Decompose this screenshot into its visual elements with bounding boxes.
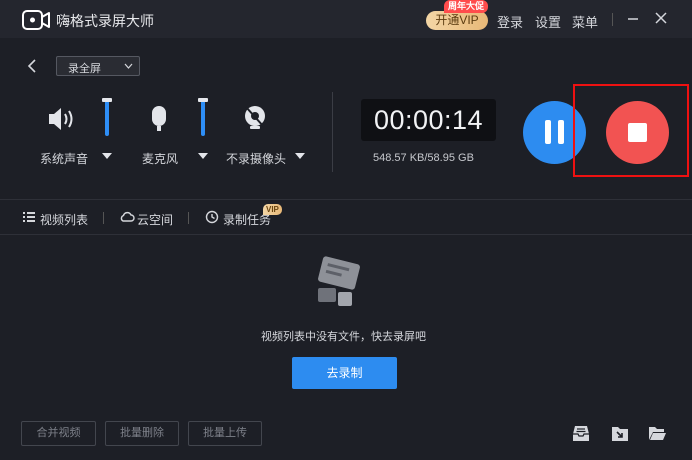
app-logo-icon xyxy=(22,10,50,30)
empty-message: 视频列表中没有文件，快去录屏吧 xyxy=(261,331,426,343)
storage-usage: 548.57 KB/58.95 GB xyxy=(373,152,474,164)
titlebar-divider xyxy=(612,13,613,26)
settings-link[interactable]: 设置 xyxy=(535,12,561,31)
pause-icon-bar xyxy=(558,120,564,144)
login-link[interactable]: 登录 xyxy=(497,12,523,31)
menu-link[interactable]: 菜单 xyxy=(572,12,598,31)
vip-badge: VIP xyxy=(263,204,282,215)
highlight-box xyxy=(573,84,689,177)
system-sound-dropdown-icon[interactable] xyxy=(102,153,112,160)
system-sound-label: 系统声音 xyxy=(40,152,89,166)
pause-icon xyxy=(545,120,551,144)
batch-upload-button[interactable]: 批量上传 xyxy=(188,421,262,446)
tab-divider xyxy=(103,212,104,224)
camera-label: 不录摄像头 xyxy=(226,152,287,166)
system-volume-slider[interactable] xyxy=(102,98,112,136)
microphone-label: 麦克风 xyxy=(142,152,179,166)
camera-off-icon[interactable] xyxy=(243,105,267,131)
go-record-button[interactable]: 去录制 xyxy=(292,357,397,389)
app-title: 嗨格式录屏大师 xyxy=(56,13,154,29)
chevron-down-icon xyxy=(124,63,133,69)
inbox-icon[interactable] xyxy=(572,425,590,442)
microphone-volume-slider[interactable] xyxy=(198,98,208,136)
panel-divider xyxy=(332,92,333,172)
tabs-bottom-border xyxy=(0,234,692,235)
tab-video-list-label: 视频列表 xyxy=(40,213,89,227)
close-icon[interactable] xyxy=(653,10,669,26)
tabs-top-border xyxy=(0,199,692,200)
list-icon xyxy=(23,212,35,222)
empty-folder-illustration-icon xyxy=(318,256,360,306)
title-bar: 嗨格式录屏大师 开通VIP 周年大促 登录 设置 菜单 xyxy=(0,0,692,38)
microphone-icon[interactable] xyxy=(150,105,168,133)
record-timer: 00:00:14 xyxy=(361,99,496,141)
record-mode-label: 录全屏 xyxy=(68,63,101,75)
merge-videos-button[interactable]: 合并视频 xyxy=(21,421,96,446)
tab-cloud-space-label: 云空间 xyxy=(137,213,174,227)
vip-promo-badge: 周年大促 xyxy=(444,0,489,13)
back-arrow-icon[interactable] xyxy=(26,59,38,73)
import-icon[interactable] xyxy=(611,425,629,442)
open-folder-icon[interactable] xyxy=(648,425,667,441)
microphone-dropdown-icon[interactable] xyxy=(198,153,208,160)
camera-dropdown-icon[interactable] xyxy=(295,153,305,160)
minimize-icon[interactable] xyxy=(625,10,641,26)
cloud-icon xyxy=(120,211,135,222)
tab-divider xyxy=(188,212,189,224)
speaker-icon[interactable] xyxy=(46,105,78,133)
batch-delete-button[interactable]: 批量删除 xyxy=(105,421,179,446)
record-mode-select[interactable]: 录全屏 xyxy=(56,56,140,76)
clock-icon xyxy=(205,210,219,224)
open-vip-button[interactable]: 开通VIP xyxy=(426,11,488,30)
